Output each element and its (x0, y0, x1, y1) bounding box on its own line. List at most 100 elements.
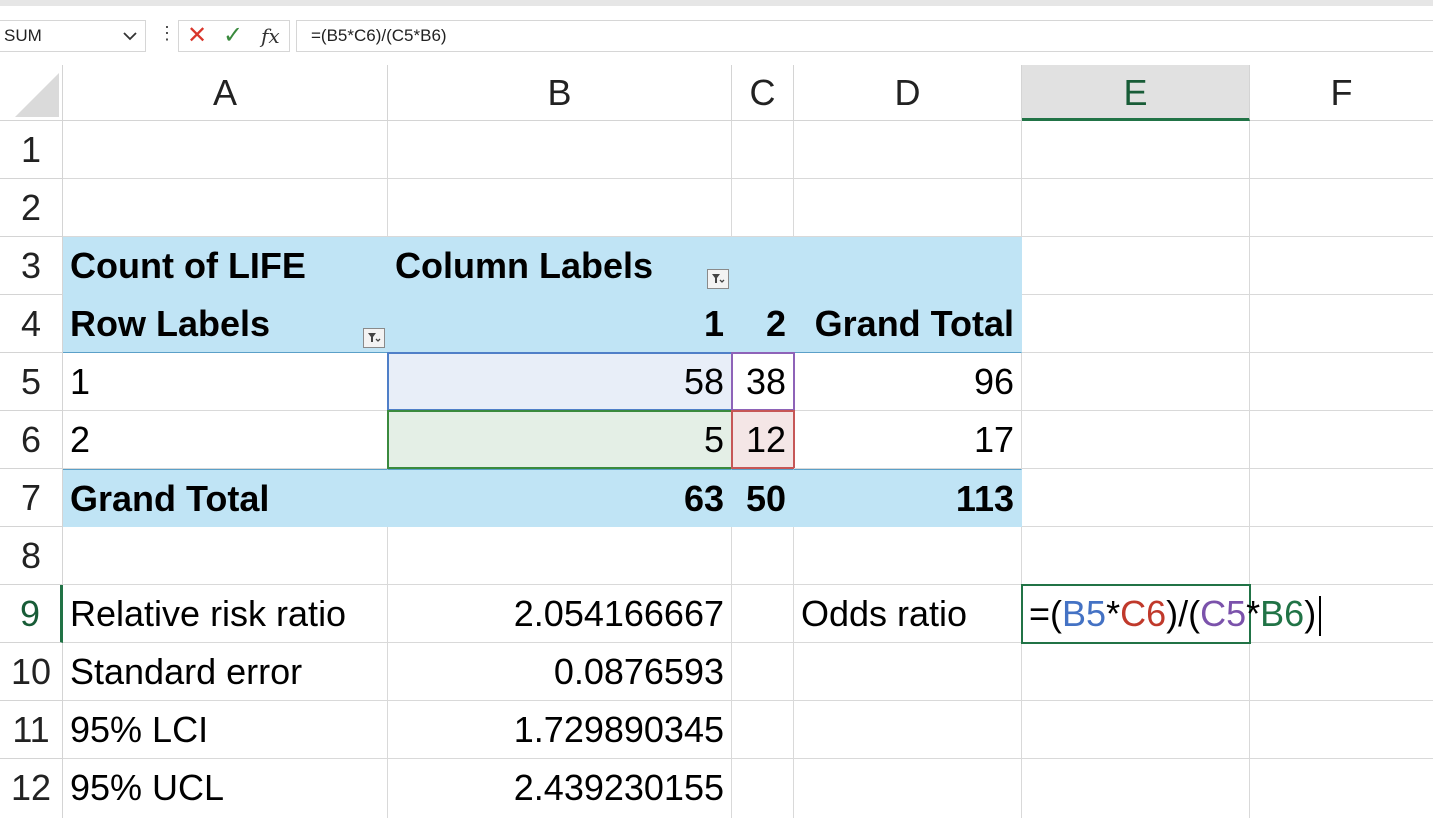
row-header-4[interactable]: 4 (0, 295, 63, 353)
rr-value[interactable]: 2.054166667 (388, 585, 732, 643)
odds-ratio-label[interactable]: Odds ratio (794, 585, 1022, 643)
pivot-grand-total-header[interactable]: Grand Total (794, 295, 1022, 353)
column-header-c[interactable]: C (732, 65, 794, 121)
row-header-1[interactable]: 1 (0, 121, 63, 179)
cell-c6[interactable]: 12 (731, 410, 795, 469)
cell-f7[interactable] (1250, 469, 1433, 527)
cell-e6[interactable] (1022, 411, 1250, 469)
lci-label[interactable]: 95% LCI (63, 701, 388, 759)
filter-icon (368, 333, 381, 342)
row-header-11[interactable]: 11 (0, 701, 63, 759)
column-header-b[interactable]: B (388, 65, 732, 121)
cell-c7[interactable]: 50 (732, 469, 794, 527)
enter-check-icon[interactable]: ✓ (223, 21, 243, 51)
rr-label[interactable]: Relative risk ratio (63, 585, 388, 643)
cell-d6[interactable]: 17 (794, 411, 1022, 469)
pivot-row-labels[interactable]: Row Labels (63, 295, 388, 353)
column-header-f[interactable]: F (1250, 65, 1433, 121)
cell-e1[interactable] (1022, 121, 1250, 179)
row-header-5[interactable]: 5 (0, 353, 63, 411)
cell-c11[interactable] (732, 701, 794, 759)
cell-d1[interactable] (794, 121, 1022, 179)
cell-e2[interactable] (1022, 179, 1250, 237)
cell-a2[interactable] (63, 179, 388, 237)
more-options-icon[interactable]: ⋮ (158, 23, 176, 44)
active-cell-e9[interactable]: =(B5*C6)/(C5*B6) (1021, 584, 1322, 644)
cell-f8[interactable] (1250, 527, 1433, 585)
cell-d3[interactable] (794, 237, 1022, 295)
cell-c8[interactable] (732, 527, 794, 585)
ucl-value[interactable]: 2.439230155 (388, 759, 732, 818)
cell-c1[interactable] (732, 121, 794, 179)
pivot-column-labels[interactable]: Column Labels (388, 237, 732, 295)
cell-d5[interactable]: 96 (794, 353, 1022, 411)
column-header-d[interactable]: D (794, 65, 1022, 121)
pivot-col-header-2[interactable]: 2 (732, 295, 794, 353)
cancel-icon[interactable]: ✕ (187, 21, 207, 51)
pivot-grand-total-label[interactable]: Grand Total (63, 469, 388, 527)
name-box[interactable]: SUM (0, 20, 146, 52)
cell-e8[interactable] (1022, 527, 1250, 585)
cell-f5[interactable] (1250, 353, 1433, 411)
lci-value[interactable]: 1.729890345 (388, 701, 732, 759)
cell-b6[interactable]: 5 (387, 410, 733, 469)
cell-c5[interactable]: 38 (731, 352, 795, 411)
cell-b2[interactable] (388, 179, 732, 237)
cell-d11[interactable] (794, 701, 1022, 759)
column-header-a[interactable]: A (63, 65, 388, 121)
se-value[interactable]: 0.0876593 (388, 643, 732, 701)
cell-e11[interactable] (1022, 701, 1250, 759)
ucl-label[interactable]: 95% UCL (63, 759, 388, 818)
cell-b5[interactable]: 58 (387, 352, 733, 411)
cell-e4[interactable] (1022, 295, 1250, 353)
cell-c9[interactable] (732, 585, 794, 643)
column-header-e[interactable]: E (1022, 65, 1250, 121)
pivot-row-label-2[interactable]: 2 (63, 411, 388, 469)
column-filter-dropdown[interactable] (707, 269, 729, 289)
select-all-corner[interactable] (0, 65, 63, 121)
formula-input[interactable]: =(B5*C6)/(C5*B6) (296, 20, 1433, 52)
cell-f1[interactable] (1250, 121, 1433, 179)
row-header-3[interactable]: 3 (0, 237, 63, 295)
cell-e5[interactable] (1022, 353, 1250, 411)
row-header-9[interactable]: 9 (0, 585, 63, 643)
row-header-2[interactable]: 2 (0, 179, 63, 237)
cell-c10[interactable] (732, 643, 794, 701)
se-label[interactable]: Standard error (63, 643, 388, 701)
row-header-10[interactable]: 10 (0, 643, 63, 701)
cell-d10[interactable] (794, 643, 1022, 701)
cell-a1[interactable] (63, 121, 388, 179)
cell-f10[interactable] (1250, 643, 1433, 701)
pivot-row-label-1[interactable]: 1 (63, 353, 388, 411)
cell-a8[interactable] (63, 527, 388, 585)
cell-f4[interactable] (1250, 295, 1433, 353)
row-header-6[interactable]: 6 (0, 411, 63, 469)
row-header-8[interactable]: 8 (0, 527, 63, 585)
cell-d12[interactable] (794, 759, 1022, 818)
cell-f12[interactable] (1250, 759, 1433, 818)
pivot-count-label[interactable]: Count of LIFE (63, 237, 388, 295)
pivot-col-header-1[interactable]: 1 (388, 295, 732, 353)
cell-c12[interactable] (732, 759, 794, 818)
row-header-7[interactable]: 7 (0, 469, 63, 527)
cell-b7[interactable]: 63 (388, 469, 732, 527)
cell-d8[interactable] (794, 527, 1022, 585)
cell-b8[interactable] (388, 527, 732, 585)
cell-e3[interactable] (1022, 237, 1250, 295)
cell-e7[interactable] (1022, 469, 1250, 527)
cell-f11[interactable] (1250, 701, 1433, 759)
cell-f3[interactable] (1250, 237, 1433, 295)
row-header-12[interactable]: 12 (0, 759, 63, 818)
cell-b1[interactable] (388, 121, 732, 179)
cell-c3[interactable] (732, 237, 794, 295)
insert-function-icon[interactable]: fx (261, 21, 280, 51)
cell-d2[interactable] (794, 179, 1022, 237)
cell-e10[interactable] (1022, 643, 1250, 701)
row-filter-dropdown[interactable] (363, 328, 385, 348)
cell-c2[interactable] (732, 179, 794, 237)
cell-d7[interactable]: 113 (794, 469, 1022, 527)
chevron-down-icon[interactable] (123, 21, 137, 62)
cell-e12[interactable] (1022, 759, 1250, 818)
cell-f6[interactable] (1250, 411, 1433, 469)
cell-f2[interactable] (1250, 179, 1433, 237)
